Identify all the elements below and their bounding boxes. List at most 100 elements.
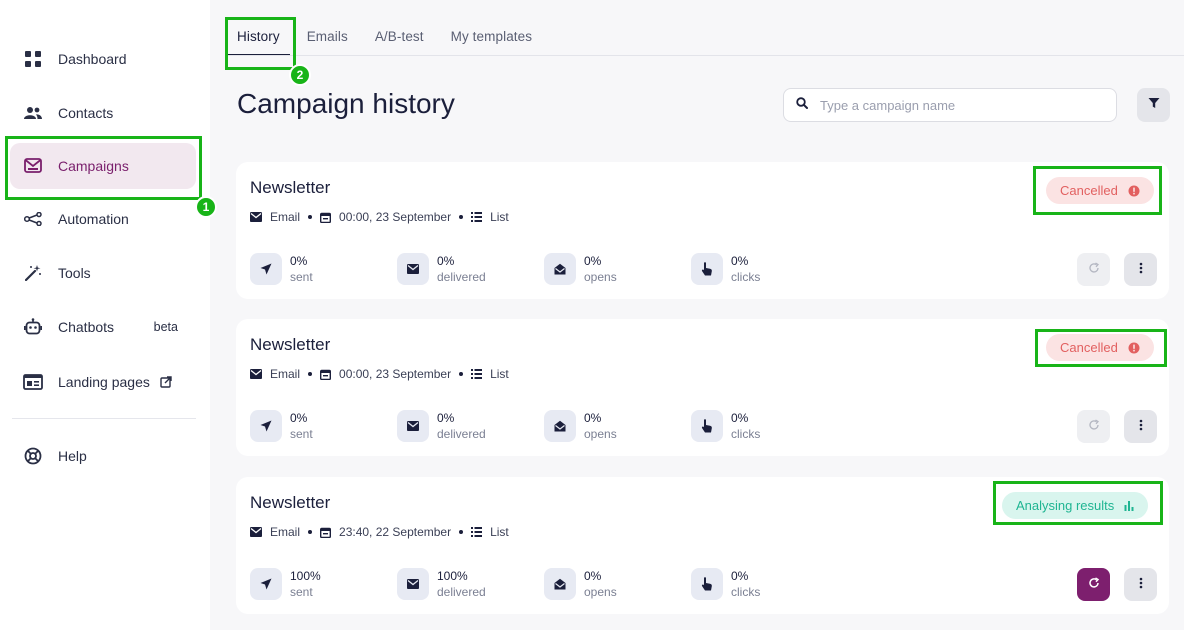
campaign-datetime: 00:00, 23 September xyxy=(339,367,452,381)
search-input[interactable] xyxy=(820,97,1090,113)
stat-delivered: 100% delivered xyxy=(397,568,544,600)
open-envelope-icon xyxy=(544,410,576,442)
stat-clicks: 0% clicks xyxy=(691,568,838,600)
kebab-menu-icon xyxy=(1139,261,1143,279)
sidebar-item-chatbots[interactable]: Chatbots beta xyxy=(10,304,196,350)
campaign-name: Newsletter xyxy=(250,178,331,197)
bar-chart-icon xyxy=(1124,500,1134,511)
restart-button[interactable] xyxy=(1077,568,1110,601)
calendar-icon xyxy=(320,527,332,538)
list-icon xyxy=(471,527,483,537)
stat-value: 0% xyxy=(731,254,749,268)
campaign-name: Newsletter xyxy=(250,493,331,512)
calendar-icon xyxy=(320,369,332,380)
stat-label: clicks xyxy=(731,585,761,599)
stat-delivered: 0% delivered xyxy=(397,253,544,285)
stat-label: clicks xyxy=(731,270,761,284)
beta-badge: beta xyxy=(153,320,178,334)
pointer-icon xyxy=(691,253,723,285)
stat-label: opens xyxy=(584,585,617,599)
meta-separator xyxy=(308,372,313,376)
stat-label: opens xyxy=(584,270,617,284)
stat-label: sent xyxy=(290,585,313,599)
meta-separator xyxy=(459,530,464,534)
campaign-channel: Email xyxy=(270,367,301,381)
stat-value: 100% xyxy=(290,569,321,583)
filter-icon xyxy=(1148,96,1160,114)
search-icon xyxy=(796,96,808,114)
campaign-card[interactable]: Newsletter Email 23:40, 22 September Lis… xyxy=(236,477,1169,614)
sidebar-item-label: Landing pages xyxy=(58,374,150,390)
tab-bar: History Emails A/B-test My templates xyxy=(227,14,1184,56)
tab-my-templates[interactable]: My templates xyxy=(441,14,542,55)
envelope-icon xyxy=(397,568,429,600)
campaign-stats: 0% sent 0% delivered 0% opens 0% clicks xyxy=(250,410,838,442)
alert-icon xyxy=(1128,185,1140,197)
restart-button[interactable] xyxy=(1077,410,1110,443)
meta-separator xyxy=(308,215,313,219)
sidebar-item-help[interactable]: Help xyxy=(10,433,196,479)
sidebar-item-label: Automation xyxy=(58,211,129,227)
restart-button[interactable] xyxy=(1077,253,1110,286)
sidebar-item-dashboard[interactable]: Dashboard xyxy=(10,36,196,82)
page-title: Campaign history xyxy=(237,88,455,119)
filter-button[interactable] xyxy=(1137,88,1170,122)
calendar-icon xyxy=(320,212,332,223)
sidebar-item-automation[interactable]: Automation xyxy=(10,196,196,242)
sidebar-item-contacts[interactable]: Contacts xyxy=(10,90,196,136)
pointer-icon xyxy=(691,410,723,442)
envelope-icon xyxy=(397,253,429,285)
sidebar-item-label: Contacts xyxy=(58,105,114,121)
sidebar-divider xyxy=(12,418,196,419)
stat-label: delivered xyxy=(437,585,486,599)
list-icon xyxy=(471,212,483,222)
stat-value: 0% xyxy=(290,411,308,425)
email-icon xyxy=(250,212,262,222)
stat-clicks: 0% clicks xyxy=(691,253,838,285)
meta-separator xyxy=(308,530,313,534)
tab-history[interactable]: History xyxy=(227,14,290,55)
campaign-channel: Email xyxy=(270,525,301,539)
sidebar-item-tools[interactable]: Tools xyxy=(10,250,196,296)
open-envelope-icon xyxy=(544,253,576,285)
stat-delivered: 0% delivered xyxy=(397,410,544,442)
sidebar-item-landing-pages[interactable]: Landing pages xyxy=(10,359,196,405)
stat-value: 0% xyxy=(584,254,602,268)
campaign-card[interactable]: Newsletter Email 00:00, 23 September Lis… xyxy=(236,319,1169,456)
status-label: Cancelled xyxy=(1060,340,1118,355)
status-badge: Cancelled xyxy=(1046,334,1154,361)
kebab-menu-icon xyxy=(1139,576,1143,594)
stat-value: 0% xyxy=(437,411,455,425)
campaign-card[interactable]: Newsletter Email 00:00, 23 September Lis… xyxy=(236,162,1169,299)
more-options-button[interactable] xyxy=(1124,410,1157,443)
open-envelope-icon xyxy=(544,568,576,600)
stat-value: 0% xyxy=(437,254,455,268)
stat-value: 0% xyxy=(584,411,602,425)
campaign-datetime: 23:40, 22 September xyxy=(339,525,452,539)
campaign-meta: Email 23:40, 22 September List xyxy=(250,525,509,539)
help-icon xyxy=(22,445,44,467)
stat-value: 100% xyxy=(437,569,468,583)
campaign-channel: Email xyxy=(270,210,301,224)
tab-emails[interactable]: Emails xyxy=(297,14,358,55)
tab-ab-test[interactable]: A/B-test xyxy=(365,14,434,55)
stat-label: opens xyxy=(584,427,617,441)
sidebar-item-campaigns[interactable]: Campaigns xyxy=(10,143,196,189)
stat-opens: 0% opens xyxy=(544,253,691,285)
campaign-stats: 0% sent 0% delivered 0% opens 0% clicks xyxy=(250,253,838,285)
stat-value: 0% xyxy=(584,569,602,583)
stat-sent: 0% sent xyxy=(250,253,397,285)
more-options-button[interactable] xyxy=(1124,568,1157,601)
dashboard-icon xyxy=(22,48,44,70)
stat-value: 0% xyxy=(731,411,749,425)
sidebar-item-label: Chatbots xyxy=(58,319,115,335)
send-icon xyxy=(250,568,282,600)
stat-label: delivered xyxy=(437,270,486,284)
status-label: Analysing results xyxy=(1016,498,1115,513)
campaign-name: Newsletter xyxy=(250,335,331,354)
envelope-icon xyxy=(397,410,429,442)
external-link-icon xyxy=(160,376,172,388)
status-badge: Analysing results xyxy=(1002,492,1149,519)
more-options-button[interactable] xyxy=(1124,253,1157,286)
stat-opens: 0% opens xyxy=(544,410,691,442)
